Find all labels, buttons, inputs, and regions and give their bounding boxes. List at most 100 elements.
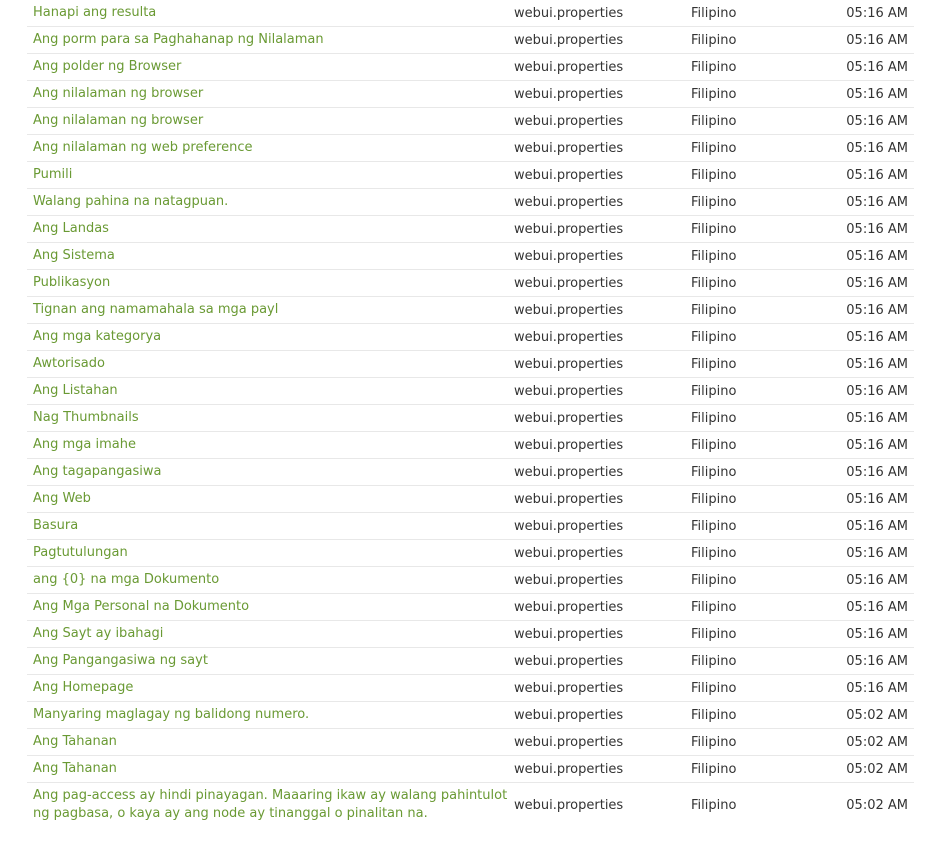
table-row: Ang Homepage webui.properties Filipino 05:1… <box>27 675 914 702</box>
language-name: Filipino <box>691 437 737 453</box>
resource-file-name: webui.properties <box>514 761 624 777</box>
resource-file-name: webui.properties <box>514 797 624 813</box>
translation-string-link[interactable]: Ang Mga Personal na Dokumento <box>27 598 514 616</box>
language-name: Filipino <box>691 86 737 102</box>
translation-string-link[interactable]: Ang nilalaman ng browser <box>27 112 514 130</box>
resource-file-name: webui.properties <box>514 707 624 723</box>
table-row: Ang Listahan webui.properties Filipino 05:1… <box>27 378 914 405</box>
translation-string-link[interactable]: Awtorisado <box>27 355 514 373</box>
table-row: Awtorisado webui.properties Filipino 05:16 … <box>27 351 914 378</box>
timestamp: 05:16 AM <box>846 545 908 561</box>
translation-activity-table: Hanapi ang resulta webui.properties Filipi… <box>27 0 914 827</box>
language-name: Filipino <box>691 707 737 723</box>
translation-string-link[interactable]: Manyaring maglagay ng balidong numero. <box>27 706 514 724</box>
translation-string-link[interactable]: Basura <box>27 517 514 535</box>
translation-string-link[interactable]: Pumili <box>27 166 514 184</box>
language-name: Filipino <box>691 410 737 426</box>
table-row: Ang porm para sa Paghahanap ng Nilalaman… <box>27 27 914 54</box>
timestamp: 05:16 AM <box>846 86 908 102</box>
language-name: Filipino <box>691 464 737 480</box>
resource-file-name: webui.properties <box>514 437 624 453</box>
resource-file-name: webui.properties <box>514 113 624 129</box>
table-row: Ang nilalaman ng browser webui.properties… <box>27 81 914 108</box>
translation-string-link[interactable]: Ang nilalaman ng browser <box>27 85 514 103</box>
resource-file-name: webui.properties <box>514 167 624 183</box>
translation-string-link[interactable]: Ang porm para sa Paghahanap ng Nilalaman <box>27 31 514 49</box>
timestamp: 05:16 AM <box>846 140 908 156</box>
translation-string-link[interactable]: Ang Tahanan <box>27 760 514 778</box>
translation-string-link[interactable]: Ang nilalaman ng web preference <box>27 139 514 157</box>
resource-file-name: webui.properties <box>514 329 624 345</box>
table-row: Ang Pangangasiwa ng sayt webui.properties… <box>27 648 914 675</box>
timestamp: 05:16 AM <box>846 599 908 615</box>
language-name: Filipino <box>691 599 737 615</box>
language-name: Filipino <box>691 32 737 48</box>
resource-file-name: webui.properties <box>514 626 624 642</box>
resource-file-name: webui.properties <box>514 572 624 588</box>
table-row: Ang Web webui.properties Filipino 05:16 AM <box>27 486 914 513</box>
table-row: Ang Tahanan webui.properties Filipino 05:02… <box>27 729 914 756</box>
table-row: Walang pahina na natagpuan. webui.propert… <box>27 189 914 216</box>
language-name: Filipino <box>691 113 737 129</box>
translation-string-link[interactable]: Ang Tahanan <box>27 733 514 751</box>
timestamp: 05:16 AM <box>846 302 908 318</box>
resource-file-name: webui.properties <box>514 410 624 426</box>
table-row: Basura webui.properties Filipino 05:16 AM <box>27 513 914 540</box>
table-row: Ang Tahanan webui.properties Filipino 05:02… <box>27 756 914 783</box>
translation-string-link[interactable]: Ang Listahan <box>27 382 514 400</box>
language-name: Filipino <box>691 383 737 399</box>
resource-file-name: webui.properties <box>514 275 624 291</box>
language-name: Filipino <box>691 59 737 75</box>
translation-string-link[interactable]: Ang pag-access ay hindi pinayagan. Maaar… <box>27 787 514 823</box>
language-name: Filipino <box>691 797 737 813</box>
table-row: Publikasyon webui.properties Filipino 05:16… <box>27 270 914 297</box>
timestamp: 05:16 AM <box>846 653 908 669</box>
translation-string-link[interactable]: Ang Landas <box>27 220 514 238</box>
table-row: Ang polder ng Browser webui.properties Fil… <box>27 54 914 81</box>
language-name: Filipino <box>691 761 737 777</box>
language-name: Filipino <box>691 734 737 750</box>
translation-string-link[interactable]: Tignan ang namamahala sa mga payl <box>27 301 514 319</box>
table-row: Ang Mga Personal na Dokumento webui.prope… <box>27 594 914 621</box>
language-name: Filipino <box>691 518 737 534</box>
translation-string-link[interactable]: Ang Sistema <box>27 247 514 265</box>
timestamp: 05:02 AM <box>846 761 908 777</box>
table-row: Ang mga imahe webui.properties Filipino 05:… <box>27 432 914 459</box>
translation-string-link[interactable]: Nag Thumbnails <box>27 409 514 427</box>
translation-string-link[interactable]: Ang Homepage <box>27 679 514 697</box>
language-name: Filipino <box>691 572 737 588</box>
translation-string-link[interactable]: Publikasyon <box>27 274 514 292</box>
language-name: Filipino <box>691 140 737 156</box>
table-row: Pumili webui.properties Filipino 05:16 AM <box>27 162 914 189</box>
translation-string-link[interactable]: Ang tagapangasiwa <box>27 463 514 481</box>
translation-string-link[interactable]: Hanapi ang resulta <box>27 4 514 22</box>
translation-string-link[interactable]: ang {0} na mga Dokumento <box>27 571 514 589</box>
translation-string-link[interactable]: Ang Web <box>27 490 514 508</box>
translation-string-link[interactable]: Walang pahina na natagpuan. <box>27 193 514 211</box>
resource-file-name: webui.properties <box>514 59 624 75</box>
timestamp: 05:16 AM <box>846 410 908 426</box>
timestamp: 05:16 AM <box>846 113 908 129</box>
resource-file-name: webui.properties <box>514 302 624 318</box>
table-row: Ang tagapangasiwa webui.properties Filipin… <box>27 459 914 486</box>
translation-string-link[interactable]: Ang mga kategorya <box>27 328 514 346</box>
table-row: Manyaring maglagay ng balidong numero. we… <box>27 702 914 729</box>
translation-string-link[interactable]: Ang mga imahe <box>27 436 514 454</box>
timestamp: 05:16 AM <box>846 464 908 480</box>
resource-file-name: webui.properties <box>514 383 624 399</box>
timestamp: 05:16 AM <box>846 626 908 642</box>
timestamp: 05:16 AM <box>846 248 908 264</box>
resource-file-name: webui.properties <box>514 194 624 210</box>
translation-string-link[interactable]: Pagtutulungan <box>27 544 514 562</box>
translation-string-link[interactable]: Ang polder ng Browser <box>27 58 514 76</box>
timestamp: 05:16 AM <box>846 221 908 237</box>
resource-file-name: webui.properties <box>514 491 624 507</box>
language-name: Filipino <box>691 302 737 318</box>
table-row: Hanapi ang resulta webui.properties Filipi… <box>27 0 914 27</box>
timestamp: 05:16 AM <box>846 518 908 534</box>
resource-file-name: webui.properties <box>514 464 624 480</box>
timestamp: 05:16 AM <box>846 167 908 183</box>
translation-string-link[interactable]: Ang Sayt ay ibahagi <box>27 625 514 643</box>
translation-string-link[interactable]: Ang Pangangasiwa ng sayt <box>27 652 514 670</box>
timestamp: 05:16 AM <box>846 356 908 372</box>
